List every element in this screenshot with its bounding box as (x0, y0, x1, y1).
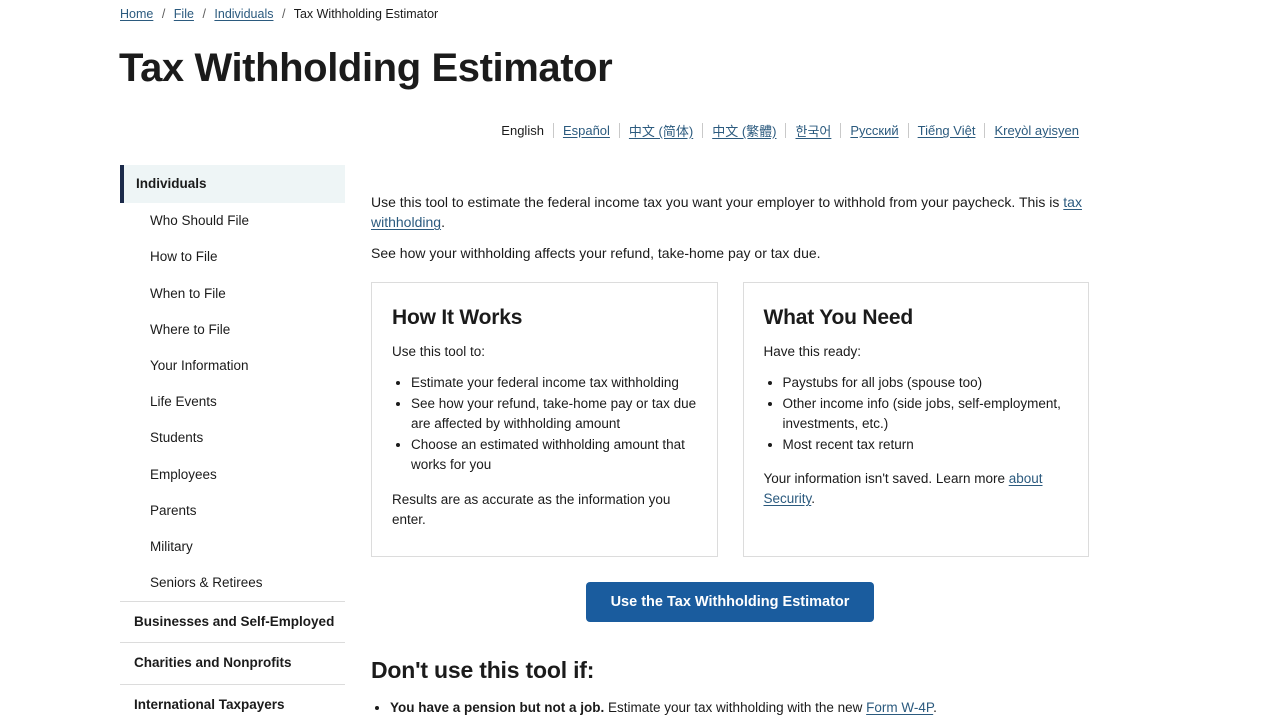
page-title: Tax Withholding Estimator (119, 46, 613, 90)
card-list-how-it-works: Estimate your federal income tax withhol… (392, 373, 697, 476)
breadcrumb-separator: / (161, 7, 166, 21)
intro-paragraph-2: See how your withholding affects your re… (371, 245, 821, 261)
list-item: Other income info (side jobs, self-emplo… (783, 394, 1069, 435)
sidebar-item-employees[interactable]: Employees (120, 457, 345, 493)
card-title-how-it-works: How It Works (392, 306, 523, 329)
dont-use-section: Don't use this tool if: You have a pensi… (371, 657, 1089, 720)
dont-use-list: You have a pension but not a job. Estima… (371, 697, 1089, 720)
sidebar-item-international-taxpayers[interactable]: International Taxpayers (120, 683, 345, 720)
language-option-haitian-creole[interactable]: Kreyòl ayisyen (985, 123, 1088, 138)
card-list-what-you-need: Paystubs for all jobs (spouse too) Other… (764, 373, 1069, 455)
sidebar-item-charities-nonprofits[interactable]: Charities and Nonprofits (120, 642, 345, 683)
intro-text-after: . (441, 214, 445, 230)
list-item: Estimate your federal income tax withhol… (411, 373, 697, 394)
sidebar-item-how-to-file[interactable]: How to File (120, 239, 345, 275)
footnote-text-before: Your information isn't saved. Learn more (763, 471, 1009, 487)
list-item: See how your refund, take-home pay or ta… (411, 394, 697, 435)
sidebar-item-who-should-file[interactable]: Who Should File (120, 203, 345, 239)
list-item: You have a pension but not a job. Estima… (390, 697, 1089, 718)
breadcrumb-item-home[interactable]: Home (120, 7, 153, 21)
breadcrumb-separator: / (202, 7, 206, 21)
card-footnote-what-you-need: Your information isn't saved. Learn more… (764, 469, 1069, 509)
main-content: Use this tool to estimate the federal in… (371, 192, 1089, 720)
footnote-text-after: . (811, 491, 816, 507)
intro-paragraph-1: Use this tool to estimate the federal in… (371, 192, 1089, 232)
bullet-text-after: . (933, 699, 937, 715)
sidebar-item-parents[interactable]: Parents (120, 493, 345, 529)
breadcrumb: Home / File / Individuals / Tax Withhold… (120, 7, 438, 21)
sidebar-item-where-to-file[interactable]: Where to File (120, 312, 345, 348)
sidebar-navigation: Individuals Who Should File How to File … (120, 165, 345, 720)
use-estimator-button[interactable]: Use the Tax Withholding Estimator (585, 581, 875, 623)
sidebar-item-life-events[interactable]: Life Events (120, 384, 345, 420)
info-cards: How It Works Use this tool to: Estimate … (371, 282, 1089, 557)
sidebar-item-students[interactable]: Students (120, 420, 345, 456)
language-option-russian[interactable]: Русский (841, 123, 907, 138)
card-how-it-works: How It Works Use this tool to: Estimate … (371, 282, 718, 557)
bullet-text-before: Estimate your tax withholding with the n… (604, 699, 867, 715)
sidebar-item-individuals[interactable]: Individuals (120, 165, 345, 204)
language-option-espanol[interactable]: Español (554, 123, 619, 138)
dont-use-title: Don't use this tool if: (371, 657, 595, 684)
cta-container: Use the Tax Withholding Estimator (371, 581, 1089, 623)
language-option-korean[interactable]: 한국어 (786, 121, 840, 140)
card-lead-how-it-works: Use this tool to: (392, 344, 486, 360)
breadcrumb-item-individuals[interactable]: Individuals (214, 7, 273, 21)
breadcrumb-item-file[interactable]: File (174, 7, 194, 21)
list-item: Paystubs for all jobs (spouse too) (783, 373, 1069, 394)
card-what-you-need: What You Need Have this ready: Paystubs … (742, 282, 1089, 557)
tax-withholding-estimator-page: Home / File / Individuals / Tax Withhold… (0, 0, 1280, 720)
form-w4p-link[interactable]: Form W-4P (866, 700, 933, 715)
sidebar-item-businesses-self-employed[interactable]: Businesses and Self-Employed (120, 601, 345, 642)
language-option-vietnamese[interactable]: Tiếng Việt (909, 123, 985, 138)
language-option-chinese-simplified[interactable]: 中文 (简体) (620, 121, 702, 140)
sidebar-item-military[interactable]: Military (120, 529, 345, 565)
list-item: Most recent tax return (783, 435, 1069, 456)
language-option-english[interactable]: English (501, 123, 553, 138)
sidebar-item-seniors-retirees[interactable]: Seniors & Retirees (120, 565, 345, 601)
card-title-what-you-need: What You Need (763, 306, 914, 329)
list-item: Choose an estimated withholding amount t… (411, 435, 697, 476)
language-selector: English Español 中文 (简体) 中文 (繁體) 한국어 Русс… (501, 121, 1088, 140)
language-option-chinese-traditional[interactable]: 中文 (繁體) (703, 121, 785, 140)
card-footnote-how-it-works: Results are as accurate as the informati… (392, 491, 671, 527)
intro-text: Use this tool to estimate the federal in… (371, 192, 1089, 263)
breadcrumb-item-current: Tax Withholding Estimator (293, 7, 439, 21)
sidebar-item-when-to-file[interactable]: When to File (120, 276, 345, 312)
sidebar-item-your-information[interactable]: Your Information (120, 348, 345, 384)
bullet-lead-pension: You have a pension but not a job. (390, 699, 605, 715)
breadcrumb-separator: / (281, 7, 286, 21)
intro-text-before: Use this tool to estimate the federal in… (371, 194, 1064, 210)
card-lead-what-you-need: Have this ready: (763, 344, 862, 360)
